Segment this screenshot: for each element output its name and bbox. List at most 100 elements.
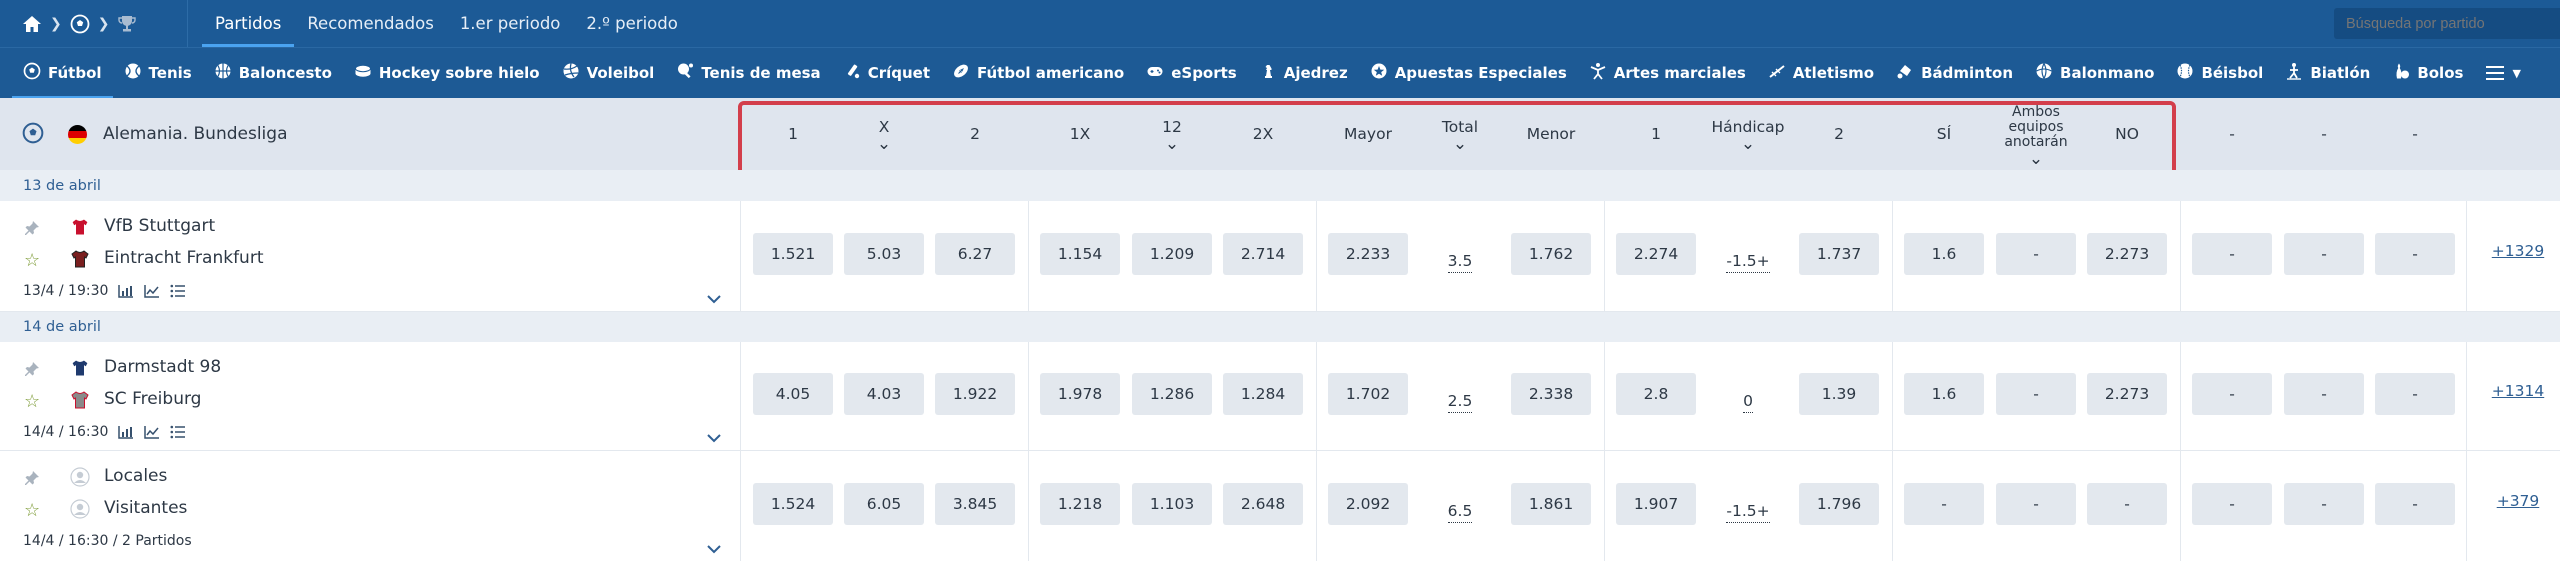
odds-button[interactable]: 1.6 xyxy=(1904,233,1984,275)
chevron-down-icon[interactable] xyxy=(706,539,722,558)
more-markets-link[interactable]: +1329 xyxy=(2488,242,2548,260)
tab-first-period[interactable]: 1.er periodo xyxy=(447,0,574,47)
statistics-icon[interactable] xyxy=(118,425,134,439)
odds-button[interactable]: 2.274 xyxy=(1616,233,1696,275)
favorite-star-icon[interactable]: ☆ xyxy=(24,500,40,521)
odds-button[interactable]: 1.286 xyxy=(1132,373,1212,415)
live-chart-icon[interactable] xyxy=(144,425,160,439)
odds-button[interactable]: 1.39 xyxy=(1799,373,1879,415)
odds-button[interactable]: 1.284 xyxy=(1223,373,1303,415)
odds-button[interactable]: - xyxy=(2192,373,2272,415)
more-sports-button[interactable]: ▼ xyxy=(2474,48,2531,99)
odds-button[interactable]: 1.737 xyxy=(1799,233,1879,275)
home-team-name[interactable]: Darmstadt 98 xyxy=(104,357,221,377)
sport-tab-athletics[interactable]: Atletismo xyxy=(1757,48,1885,99)
odds-button[interactable]: - xyxy=(1904,483,1984,525)
sport-tab-volleyball[interactable]: Voleibol xyxy=(551,48,666,99)
odds-button[interactable]: 2.092 xyxy=(1328,483,1408,525)
sport-tab-cricket-bat[interactable]: Críquet xyxy=(832,48,941,99)
odds-button[interactable]: 2.273 xyxy=(2087,373,2167,415)
pin-icon[interactable] xyxy=(24,220,40,240)
odds-button[interactable]: - xyxy=(2375,373,2455,415)
odds-button[interactable]: 2.714 xyxy=(1223,233,1303,275)
sport-tab-gamepad[interactable]: eSports xyxy=(1135,48,1248,99)
odds-button[interactable]: 1.209 xyxy=(1132,233,1212,275)
home-icon[interactable] xyxy=(22,15,42,33)
league-name[interactable]: Alemania. Bundesliga xyxy=(103,98,288,170)
sport-tab-tennis-ball[interactable]: Tenis xyxy=(113,48,203,99)
odds-button[interactable]: 1.218 xyxy=(1040,483,1120,525)
odds-button[interactable]: 1.922 xyxy=(935,373,1015,415)
odds-button[interactable]: 1.702 xyxy=(1328,373,1408,415)
odds-button[interactable]: - xyxy=(2284,233,2364,275)
home-team-name[interactable]: VfB Stuttgart xyxy=(104,216,215,236)
handicap-parameter[interactable]: -1.5+ xyxy=(1720,502,1776,523)
odds-button[interactable]: 1.103 xyxy=(1132,483,1212,525)
odds-button[interactable]: - xyxy=(2192,233,2272,275)
odds-button[interactable]: 2.233 xyxy=(1328,233,1408,275)
sport-tab-hockey-puck[interactable]: Hockey sobre hielo xyxy=(343,48,551,99)
sport-tab-martial-arts[interactable]: Artes marciales xyxy=(1578,48,1757,99)
odds-button[interactable]: - xyxy=(2375,233,2455,275)
odds-button[interactable]: 6.27 xyxy=(935,233,1015,275)
odds-button[interactable]: 4.05 xyxy=(753,373,833,415)
trophy-icon[interactable] xyxy=(117,14,137,34)
sport-tab-shuttlecock[interactable]: Bádminton xyxy=(1885,48,2024,99)
odds-button[interactable]: 6.05 xyxy=(844,483,924,525)
odds-button[interactable]: 2.338 xyxy=(1511,373,1591,415)
odds-button[interactable]: 1.796 xyxy=(1799,483,1879,525)
odds-button[interactable]: 2.648 xyxy=(1223,483,1303,525)
favorite-star-icon[interactable]: ☆ xyxy=(24,391,40,412)
sport-tab-soccer-ball[interactable]: Fútbol xyxy=(12,48,113,99)
sport-tab-basketball[interactable]: Baloncesto xyxy=(203,48,343,99)
odds-button[interactable]: 5.03 xyxy=(844,233,924,275)
total-parameter[interactable]: 3.5 xyxy=(1432,252,1488,273)
chevron-down-icon[interactable] xyxy=(706,289,722,308)
sport-tab-american-football[interactable]: Fútbol americano xyxy=(941,48,1135,99)
sport-tab-chess[interactable]: Ajedrez xyxy=(1248,48,1359,99)
odds-button[interactable]: - xyxy=(2284,483,2364,525)
odds-button[interactable]: - xyxy=(2087,483,2167,525)
odds-button[interactable]: - xyxy=(1996,373,2076,415)
total-parameter[interactable]: 2.5 xyxy=(1432,392,1488,413)
chevron-down-icon[interactable] xyxy=(706,428,722,447)
list-icon[interactable] xyxy=(170,284,186,298)
odds-button[interactable]: - xyxy=(1996,483,2076,525)
total-parameter[interactable]: 6.5 xyxy=(1432,502,1488,523)
away-team-name[interactable]: Visitantes xyxy=(104,498,187,518)
odds-button[interactable]: 1.907 xyxy=(1616,483,1696,525)
odds-button[interactable]: 1.524 xyxy=(753,483,833,525)
sport-tab-table-tennis[interactable]: Tenis de mesa xyxy=(665,48,831,99)
odds-button[interactable]: 4.03 xyxy=(844,373,924,415)
odds-button[interactable]: 1.6 xyxy=(1904,373,1984,415)
odds-button[interactable]: 1.154 xyxy=(1040,233,1120,275)
more-markets-link[interactable]: +1314 xyxy=(2488,382,2548,400)
pin-icon[interactable] xyxy=(24,470,40,490)
favorite-star-icon[interactable]: ☆ xyxy=(24,250,40,271)
odds-button[interactable]: 1.762 xyxy=(1511,233,1591,275)
sport-tab-star-circle[interactable]: Apuestas Especiales xyxy=(1359,48,1578,99)
odds-button[interactable]: - xyxy=(2284,373,2364,415)
home-team-name[interactable]: Locales xyxy=(104,466,167,486)
away-team-name[interactable]: SC Freiburg xyxy=(104,389,201,409)
statistics-icon[interactable] xyxy=(118,284,134,298)
odds-button[interactable]: 3.845 xyxy=(935,483,1015,525)
sport-tab-bowling-pin[interactable]: Bolos xyxy=(2381,48,2474,99)
away-team-name[interactable]: Eintracht Frankfurt xyxy=(104,248,263,268)
sport-tab-biathlon[interactable]: Biatlón xyxy=(2274,48,2381,99)
sport-tab-baseball[interactable]: Béisbol xyxy=(2165,48,2274,99)
odds-button[interactable]: 1.861 xyxy=(1511,483,1591,525)
handicap-parameter[interactable]: -1.5+ xyxy=(1720,252,1776,273)
sport-tab-handball[interactable]: Balonmano xyxy=(2024,48,2165,99)
odds-button[interactable]: - xyxy=(2192,483,2272,525)
odds-button[interactable]: - xyxy=(2375,483,2455,525)
odds-button[interactable]: 2.8 xyxy=(1616,373,1696,415)
odds-button[interactable]: - xyxy=(1996,233,2076,275)
list-icon[interactable] xyxy=(170,425,186,439)
tab-recomendados[interactable]: Recomendados xyxy=(294,0,446,47)
pin-icon[interactable] xyxy=(24,361,40,381)
live-chart-icon[interactable] xyxy=(144,284,160,298)
odds-button[interactable]: 1.521 xyxy=(753,233,833,275)
odds-button[interactable]: 1.978 xyxy=(1040,373,1120,415)
more-markets-link[interactable]: +379 xyxy=(2488,492,2548,510)
